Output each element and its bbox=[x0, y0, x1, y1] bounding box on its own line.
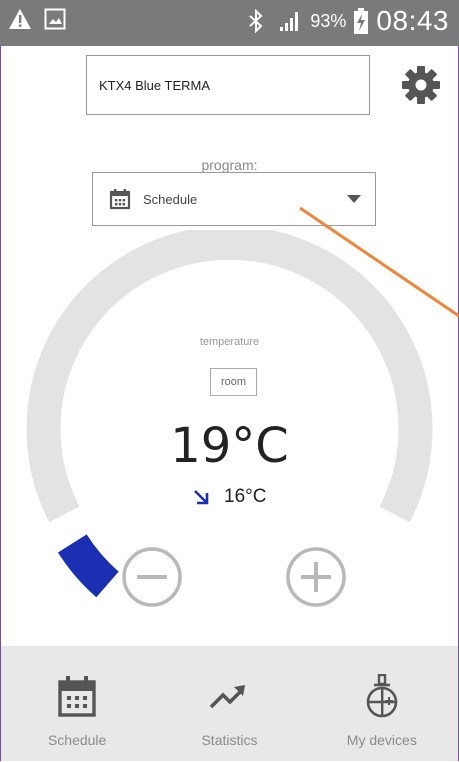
minus-circle-icon[interactable] bbox=[121, 546, 183, 608]
signal-icon bbox=[278, 9, 302, 33]
chevron-down-icon bbox=[347, 195, 361, 203]
device-name-field[interactable]: KTX4 Blue TERMA bbox=[86, 55, 370, 115]
calendar-icon bbox=[56, 674, 98, 718]
target-temperature: 16°C bbox=[224, 486, 267, 507]
status-time: 08:43 bbox=[376, 5, 449, 36]
bluetooth-icon bbox=[248, 9, 264, 33]
temperature-label: temperature bbox=[199, 336, 260, 348]
nav-label-statistics: Statistics bbox=[201, 732, 258, 748]
thermometer-device-icon bbox=[361, 674, 403, 718]
nav-label-my-devices: My devices bbox=[346, 732, 417, 748]
nav-label-schedule: Schedule bbox=[47, 732, 107, 748]
trend-up-icon bbox=[208, 674, 250, 718]
gauge-fill bbox=[57, 533, 119, 598]
warning-icon bbox=[8, 8, 32, 30]
nav-item-schedule[interactable]: Schedule bbox=[1, 646, 153, 761]
calendar-icon bbox=[109, 188, 131, 210]
device-name-text: KTX4 Blue TERMA bbox=[99, 77, 211, 93]
mode-badge-room[interactable]: room bbox=[210, 368, 257, 396]
nav-item-statistics[interactable]: Statistics bbox=[153, 646, 305, 761]
gear-icon[interactable] bbox=[400, 64, 442, 106]
mode-badge-text: room bbox=[220, 376, 247, 388]
target-temperature-row: 16°C bbox=[192, 486, 266, 508]
nav-item-my-devices[interactable]: My devices bbox=[306, 646, 458, 761]
battery-percent: 93% bbox=[310, 10, 347, 31]
plus-circle-icon[interactable] bbox=[285, 546, 347, 608]
current-temperature: 19°C bbox=[170, 418, 289, 474]
status-bar: 93% 08:43 bbox=[0, 0, 459, 46]
arrow-down-right-icon bbox=[192, 488, 210, 506]
battery-charging-icon bbox=[354, 8, 369, 34]
program-label: program: bbox=[201, 157, 258, 173]
bottom-navigation: Schedule Statistics My devices bbox=[1, 646, 458, 761]
program-dropdown[interactable]: Schedule bbox=[92, 172, 376, 226]
program-selected-value: Schedule bbox=[143, 191, 198, 207]
image-icon bbox=[44, 8, 66, 30]
